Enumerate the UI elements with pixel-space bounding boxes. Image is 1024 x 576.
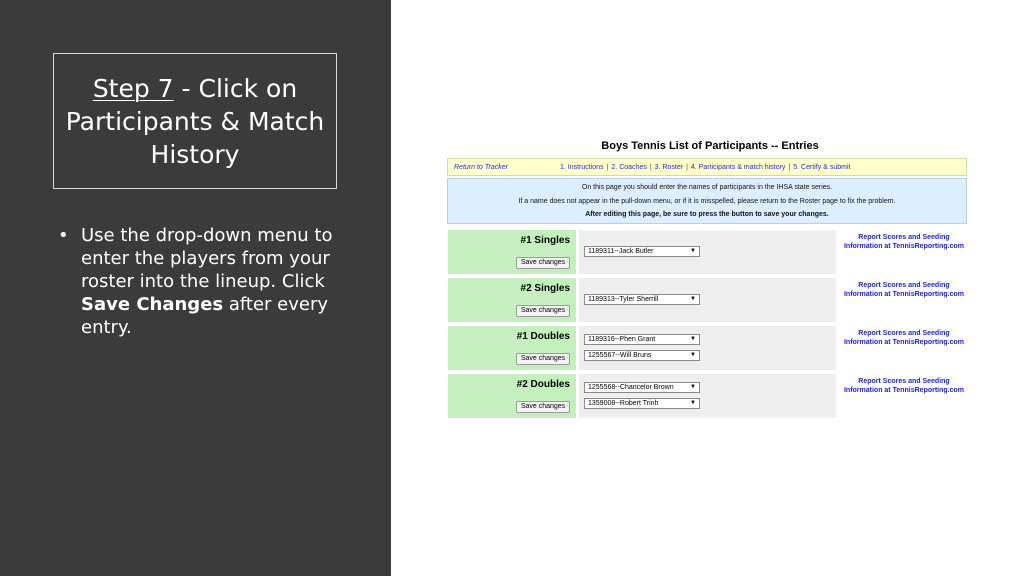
bullet-text: Use the drop-down menu to enter the play… xyxy=(81,224,348,339)
event-label-cell: #2 Doubles Save changes xyxy=(448,374,576,418)
page-heading: Boys Tennis List of Participants -- Entr… xyxy=(601,140,819,152)
player-select-value: 1359008--Robert Trinh xyxy=(588,400,659,407)
player-select[interactable]: 1255568--Chancelor Brown ▼ xyxy=(584,382,700,393)
event-name: #2 Singles xyxy=(520,283,570,294)
event-label-cell: #1 Singles Save changes xyxy=(448,230,576,274)
event-label-cell: #1 Doubles Save changes xyxy=(448,326,576,370)
player-select-cell: 1189311--Jack Butler ▼ xyxy=(579,230,836,274)
event-label-cell: #2 Singles Save changes xyxy=(448,278,576,322)
step-label: Step 7 xyxy=(92,73,174,103)
bullet-dot-icon: • xyxy=(58,225,69,246)
return-to-tracker-link[interactable]: Return to Tracker xyxy=(454,164,508,171)
save-changes-button[interactable]: Save changes xyxy=(516,257,570,269)
dropdown-arrow-icon: ▼ xyxy=(690,400,696,406)
player-select[interactable]: 1189311--Jack Butler ▼ xyxy=(584,246,700,257)
player-select-value: 1189316--Phen Grant xyxy=(588,336,656,343)
info-box: On this page you should enter the names … xyxy=(447,178,967,224)
nav-separator: | xyxy=(649,164,652,171)
info-line-2: If a name does not appear in the pull-do… xyxy=(518,198,896,205)
nav-link-participants[interactable]: 4. Participants & match history xyxy=(691,164,786,171)
nav-link-certify[interactable]: 5. Certify & submit xyxy=(793,164,850,171)
nav-link-instructions[interactable]: 1. Instructions xyxy=(560,164,604,171)
info-line-3: After editing this page, be sure to pres… xyxy=(585,211,829,218)
player-select-cell: 1189316--Phen Grant ▼ 1255567--Will Bruns… xyxy=(579,326,836,370)
player-select-cell: 1255568--Chancelor Brown ▼ 1359008--Rober… xyxy=(579,374,836,418)
embedded-screenshot: Boys Tennis List of Participants -- Entr… xyxy=(446,138,968,423)
player-select-value: 1189311--Jack Butler xyxy=(588,248,654,255)
event-row-2-singles: #2 Singles Save changes 1189313--Tyler S… xyxy=(448,278,968,322)
player-select-value: 1255567--Will Bruns xyxy=(588,352,652,359)
nav-link-coaches[interactable]: 2. Coaches xyxy=(611,164,646,171)
report-scores-link[interactable]: Report Scores and Seeding Information at… xyxy=(841,233,967,251)
event-name: #1 Singles xyxy=(520,235,570,246)
save-changes-button[interactable]: Save changes xyxy=(516,353,570,365)
dropdown-arrow-icon: ▼ xyxy=(690,248,696,254)
dropdown-arrow-icon: ▼ xyxy=(690,336,696,342)
dropdown-arrow-icon: ▼ xyxy=(690,384,696,390)
bullet-part-1: Use the drop-down menu to enter the play… xyxy=(81,225,333,292)
player-select[interactable]: 1255567--Will Bruns ▼ xyxy=(584,350,700,361)
nav-link-roster[interactable]: 3. Roster xyxy=(655,164,683,171)
event-name: #1 Doubles xyxy=(516,331,570,342)
player-select[interactable]: 1359008--Robert Trinh ▼ xyxy=(584,398,700,409)
player-select-value: 1189313--Tyler Sherrill xyxy=(588,296,659,303)
info-line-1: On this page you should enter the names … xyxy=(581,184,833,191)
nav-bar: Return to Tracker 1. Instructions | 2. Coa… xyxy=(447,158,967,176)
player-select-value: 1255568--Chancelor Brown xyxy=(588,384,674,391)
nav-separator: | xyxy=(686,164,688,171)
player-select[interactable]: 1189316--Phen Grant ▼ xyxy=(584,334,700,345)
slide: Step 7 - Click on Participants & Match H… xyxy=(0,0,1024,576)
event-row-1-singles: #1 Singles Save changes 1189311--Jack Bu… xyxy=(448,230,968,274)
bullet-bold: Save Changes xyxy=(81,294,224,315)
player-select-cell: 1189313--Tyler Sherrill ▼ xyxy=(579,278,836,322)
event-row-2-doubles: #2 Doubles Save changes 1255568--Chancel… xyxy=(448,374,968,418)
player-select[interactable]: 1189313--Tyler Sherrill ▼ xyxy=(584,294,700,305)
slide-title: Step 7 - Click on Participants & Match H… xyxy=(65,72,325,171)
save-changes-button[interactable]: Save changes xyxy=(516,305,570,317)
dropdown-arrow-icon: ▼ xyxy=(690,352,696,358)
event-name: #2 Doubles xyxy=(516,379,570,390)
nav-links: 1. Instructions | 2. Coaches | 3. Roster | 4. … xyxy=(560,164,850,171)
dropdown-arrow-icon: ▼ xyxy=(690,296,696,302)
title-box: Step 7 - Click on Participants & Match H… xyxy=(53,53,337,189)
save-changes-button[interactable]: Save changes xyxy=(516,401,570,413)
bullet-list: • Use the drop-down menu to enter the pl… xyxy=(58,224,348,339)
event-row-1-doubles: #1 Doubles Save changes 1189316--Phen Gr… xyxy=(448,326,968,370)
bullet-item: • Use the drop-down menu to enter the pl… xyxy=(58,224,348,339)
report-scores-link[interactable]: Report Scores and Seeding Information at… xyxy=(841,329,967,347)
report-scores-link[interactable]: Report Scores and Seeding Information at… xyxy=(841,377,967,395)
left-panel: Step 7 - Click on Participants & Match H… xyxy=(0,0,391,576)
report-scores-link[interactable]: Report Scores and Seeding Information at… xyxy=(841,281,967,299)
